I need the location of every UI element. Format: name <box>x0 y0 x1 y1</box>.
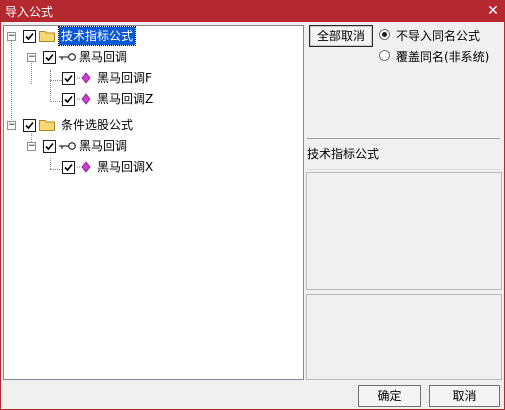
tree-node-heima-group[interactable]: − 黑马回调 <box>4 48 294 66</box>
collapse-toggle[interactable]: − <box>27 142 36 151</box>
tree-node-label: 黑马回调 <box>79 50 128 64</box>
category-label-text: 技术指标公式 <box>307 147 380 161</box>
key-icon <box>59 142 76 150</box>
tree-node-label: 黑马回调 <box>79 139 128 153</box>
no-import-same-name-radio[interactable] <box>379 29 390 40</box>
close-icon[interactable]: ✕ <box>484 2 502 20</box>
tree-node-label: 技术指标公式 <box>57 26 137 46</box>
overwrite-same-name-label[interactable]: 覆盖同名(非系统) <box>396 48 489 65</box>
tree-node-heima-x[interactable]: 黑马回调X <box>4 158 294 176</box>
checkbox[interactable] <box>23 119 36 132</box>
folder-icon <box>39 31 55 42</box>
formula-tree[interactable]: − 技术指标公式 − 黑马回调 黑马回调F 黑马回调Z − 条件选股公式 − 黑… <box>3 25 304 380</box>
formula-info-panel <box>306 172 502 290</box>
title-bar: 导入公式 ✕ <box>0 0 505 22</box>
checkmark-icon <box>25 32 34 41</box>
checkmark-icon <box>45 53 54 62</box>
key-icon <box>59 53 76 61</box>
tree-node-indicator-formulas[interactable]: − 技术指标公式 <box>4 26 294 46</box>
checkmark-icon <box>25 121 34 130</box>
tree-node-stock-selection-formulas[interactable]: − 条件选股公式 <box>4 116 294 134</box>
collapse-toggle[interactable]: − <box>27 53 36 62</box>
checkbox[interactable] <box>43 140 56 153</box>
collapse-toggle[interactable]: − <box>7 121 16 130</box>
checkmark-icon <box>64 95 73 104</box>
tree-node-label: 黑马回调F <box>97 71 152 85</box>
tree-node-heima-group-2[interactable]: − 黑马回调 <box>4 137 294 155</box>
tree-node-heima-f[interactable]: 黑马回调F <box>4 69 294 87</box>
checkbox[interactable] <box>62 93 75 106</box>
overwrite-same-name-radio[interactable] <box>379 50 390 61</box>
tree-node-heima-z[interactable]: 黑马回调Z <box>4 90 294 108</box>
no-import-same-name-label[interactable]: 不导入同名公式 <box>396 27 480 44</box>
formula-diamond-icon <box>77 161 91 173</box>
tree-node-label: 条件选股公式 <box>61 118 134 132</box>
formula-diamond-icon <box>77 93 91 105</box>
tree-node-label: 黑马回调X <box>97 160 154 174</box>
ok-button[interactable]: 确定 <box>358 385 421 407</box>
checkbox[interactable] <box>43 51 56 64</box>
collapse-toggle[interactable]: − <box>7 32 16 41</box>
checkmark-icon <box>45 142 54 151</box>
deselect-all-button[interactable]: 全部取消 <box>309 25 373 47</box>
checkbox[interactable] <box>23 30 36 43</box>
category-label: 技术指标公式 <box>307 138 500 170</box>
folder-icon <box>39 120 55 131</box>
checkbox[interactable] <box>62 161 75 174</box>
window-title: 导入公式 <box>5 5 54 19</box>
cancel-button[interactable]: 取消 <box>429 385 500 407</box>
checkmark-icon <box>64 74 73 83</box>
checkbox[interactable] <box>62 72 75 85</box>
formula-diamond-icon <box>77 72 91 84</box>
tree-node-label: 黑马回调Z <box>97 92 154 106</box>
checkmark-icon <box>64 163 73 172</box>
formula-description-panel <box>306 294 502 380</box>
